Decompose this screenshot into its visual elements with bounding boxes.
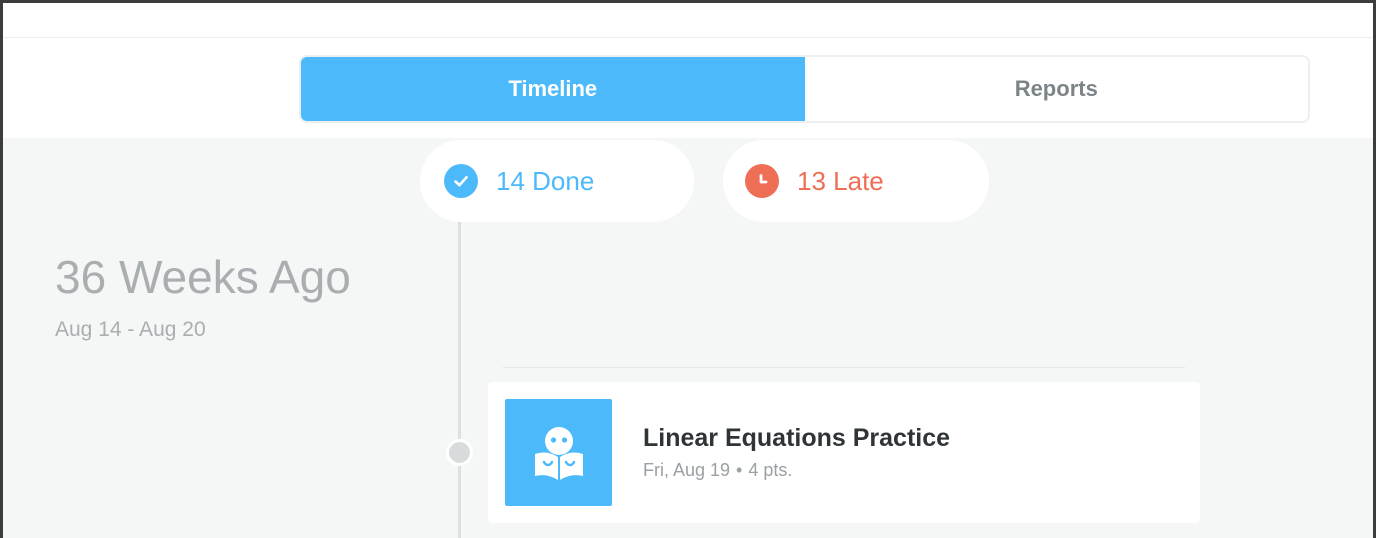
- tab-reports[interactable]: Reports: [804, 57, 1308, 121]
- student-reading-icon: [505, 399, 612, 506]
- clock-icon: [745, 164, 779, 198]
- tab-timeline[interactable]: Timeline: [301, 57, 805, 121]
- timeline-line: [458, 208, 461, 538]
- section-divider: [503, 367, 1185, 368]
- week-date-range: Aug 14 - Aug 20: [55, 318, 206, 341]
- done-count-label: 14 Done: [496, 165, 595, 196]
- assignment-date: Fri, Aug 19: [643, 460, 731, 480]
- assignment-card[interactable]: Linear Equations Practice Fri, Aug 19 • 4 …: [488, 382, 1200, 523]
- assignment-title: Linear Equations Practice: [643, 424, 951, 452]
- week-heading: 36 Weeks Ago: [55, 251, 351, 303]
- view-tabs: Timeline Reports: [299, 55, 1310, 123]
- timeline-content: 14 Done 13 Late 36 Weeks Ago Aug 14 - Au…: [3, 138, 1373, 538]
- late-count-label: 13 Late: [797, 165, 884, 196]
- done-filter-pill[interactable]: 14 Done: [420, 140, 694, 222]
- app-frame: Timeline Reports 14 Done 13 Late 36 Week…: [0, 0, 1376, 538]
- meta-separator: •: [736, 460, 743, 480]
- assignment-meta: Fri, Aug 19 • 4 pts.: [643, 460, 792, 481]
- tab-bar: Timeline Reports: [3, 38, 1373, 138]
- assignment-points: 4 pts.: [748, 460, 793, 480]
- late-filter-pill[interactable]: 13 Late: [723, 140, 989, 222]
- timeline-node: [446, 439, 473, 466]
- check-circle-icon: [444, 164, 478, 198]
